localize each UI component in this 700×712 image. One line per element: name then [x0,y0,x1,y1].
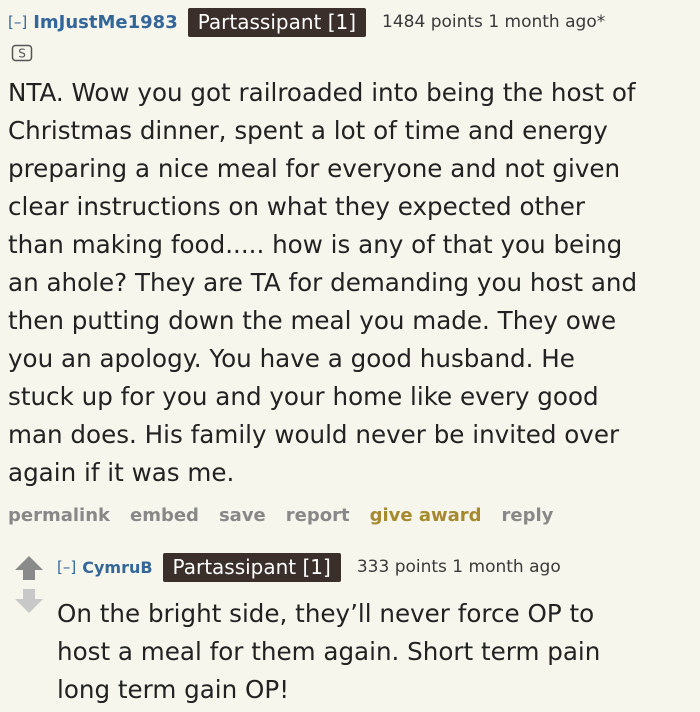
comment-line: then putting down the meal you made. The… [8,306,617,335]
comment-line: an ahole? They are TA for demanding you … [8,268,638,297]
score-and-time: 1484 points 1 month ago* [382,12,606,32]
svg-text:S: S [18,47,26,61]
reply-comment: [–] CymruB Partassipant [1] 333 points 1… [0,540,700,712]
comment-actions: permalink embed save report give award r… [8,505,553,526]
collapse-toggle[interactable]: [–] [8,13,27,31]
comment-line: preparing a nice meal for everyone and n… [8,154,621,183]
reply-author-link[interactable]: CymruB [82,558,152,577]
embed-button[interactable]: embed [130,505,199,526]
comment-line: man does. His family would never be invi… [8,420,620,449]
comment-tagline: [–] ImJustMe1983 Partassipant [1] 1484 p… [8,7,606,37]
comment-line: NTA. Wow you got railroaded into being t… [8,78,636,107]
give-award-button[interactable]: give award [370,505,482,526]
comment-line: clear instructions on what they expected… [8,192,585,221]
comment-line: stuck up for you and your home like ever… [8,382,599,411]
reply-body: On the bright side, they’ll never force … [57,595,697,709]
save-button[interactable]: save [219,505,266,526]
comment-line: than making food..... how is any of that… [8,230,623,259]
comment-line: you an apology. You have a good husband.… [8,344,575,373]
edited-icon: S [11,44,33,62]
reply-tagline: [–] CymruB Partassipant [1] 333 points 1… [57,552,561,582]
reply-score-and-time: 333 points 1 month ago [356,557,561,577]
comment-line: again if it was me. [8,458,235,487]
reply-line: host a meal for them again. Short term p… [57,637,601,666]
permalink-button[interactable]: permalink [8,505,110,526]
comment-body: NTA. Wow you got railroaded into being t… [8,74,698,492]
reply-line: long term gain OP! [57,675,290,704]
user-flair: Partassipant [1] [187,7,367,37]
report-button[interactable]: report [286,505,350,526]
reply-collapse-toggle[interactable]: [–] [57,558,76,576]
reply-user-flair: Partassipant [1] [162,552,341,582]
reply-line: On the bright side, they’ll never force … [57,599,595,628]
comment-line: Christmas dinner, spent a lot of time an… [8,116,608,145]
author-link[interactable]: ImJustMe1983 [33,12,178,33]
reply-button[interactable]: reply [502,505,554,526]
